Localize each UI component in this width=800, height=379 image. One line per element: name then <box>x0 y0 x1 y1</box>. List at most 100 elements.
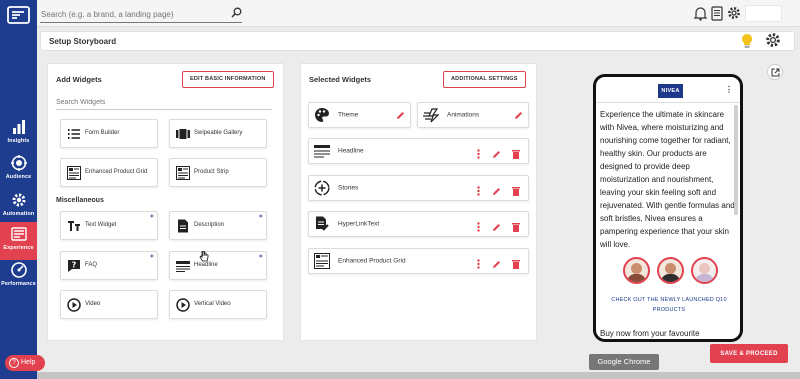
story-avatar[interactable] <box>691 257 718 284</box>
selected-label: Stories <box>338 184 359 192</box>
palette-icon <box>315 108 329 122</box>
selected-animations[interactable]: Animations <box>417 102 529 128</box>
widget-label: Product Strip <box>194 168 229 175</box>
selected-widgets-title: Selected Widgets <box>309 75 372 84</box>
row-actions <box>470 146 520 159</box>
svg-text:?: ? <box>72 260 77 269</box>
nav-label: Automation <box>2 211 35 217</box>
nav-audience[interactable]: Audience <box>0 151 37 191</box>
widget-label: FAQ <box>85 261 98 268</box>
storyboard-settings-icon[interactable] <box>765 32 781 48</box>
add-plus-icon[interactable]: ⁺ <box>259 213 263 222</box>
add-plus-icon[interactable]: ⁺ <box>259 253 263 262</box>
headline-icon <box>176 260 190 272</box>
document-icon[interactable] <box>711 6 723 21</box>
nav-performance[interactable]: Performance <box>0 258 37 298</box>
widget-product-strip[interactable]: Product Strip <box>169 158 267 187</box>
widget-label: Swipeable Gallery <box>194 129 243 136</box>
nav-insights[interactable]: Insights <box>0 115 37 155</box>
list-icon <box>68 128 80 139</box>
settings-icon[interactable] <box>727 6 741 20</box>
headline-icon <box>314 145 330 158</box>
widget-text-widget[interactable]: Text Widget ⁺ <box>60 211 158 240</box>
nav-label: Audience <box>5 174 32 180</box>
product-grid-icon <box>67 165 81 180</box>
widget-swipeable-gallery[interactable]: Swipeable Gallery <box>169 119 267 148</box>
save-and-proceed-button[interactable]: SAVE & PROCEED <box>710 344 788 363</box>
selected-stories[interactable]: Stories <box>308 175 529 201</box>
top-bar <box>37 0 800 27</box>
document-icon <box>178 219 188 232</box>
preview-cut-text: Buy now from your favourite <box>600 329 700 338</box>
widget-faq[interactable]: ? FAQ ⁺ <box>60 251 158 280</box>
edit-icon[interactable] <box>492 219 501 237</box>
play-icon <box>67 297 81 312</box>
widget-form-builder[interactable]: Form Builder <box>60 119 158 148</box>
selected-label: Theme <box>338 111 359 119</box>
lightbulb-icon[interactable] <box>741 33 753 49</box>
selected-widgets-panel: Selected Widgets ADDITIONAL SETTINGS The… <box>300 63 537 341</box>
more-icon[interactable] <box>477 219 480 237</box>
selected-hyperlinktext[interactable]: HyperLinkText <box>308 211 529 237</box>
faq-icon: ? <box>68 259 80 272</box>
gallery-icon <box>176 128 190 139</box>
delete-icon[interactable] <box>512 219 520 237</box>
help-label: Help <box>21 359 36 366</box>
bar-chart-icon <box>12 120 25 134</box>
search-widgets-input[interactable] <box>56 96 272 110</box>
more-icon[interactable] <box>477 146 480 164</box>
selected-label: Enhanced Product Grid <box>338 257 406 265</box>
selected-enhanced-product-grid[interactable]: Enhanced Product Grid <box>308 248 529 274</box>
preview-scrollbar[interactable] <box>734 105 738 215</box>
widget-video[interactable]: Video <box>60 290 158 319</box>
external-link-icon <box>771 68 780 77</box>
bell-icon[interactable] <box>694 6 707 21</box>
edit-icon[interactable] <box>514 111 523 120</box>
top-icons <box>680 0 800 27</box>
widget-label: Enhanced Product Grid <box>85 168 148 175</box>
selected-label: Animations <box>447 111 480 119</box>
product-strip-icon <box>176 165 190 180</box>
widget-enhanced-product-grid[interactable]: Enhanced Product Grid <box>60 158 158 187</box>
widget-label: Headline <box>194 261 218 268</box>
story-avatar[interactable] <box>623 257 650 284</box>
edit-icon[interactable] <box>492 146 501 164</box>
delete-icon[interactable] <box>512 146 520 164</box>
story-avatar[interactable] <box>657 257 684 284</box>
delete-icon[interactable] <box>512 183 520 201</box>
more-icon[interactable] <box>477 256 480 274</box>
add-plus-icon[interactable]: ⁺ <box>150 253 154 262</box>
additional-settings-button[interactable]: ADDITIONAL SETTINGS <box>443 71 526 88</box>
app-logo[interactable] <box>7 6 30 24</box>
edit-icon[interactable] <box>396 111 405 120</box>
edit-icon[interactable] <box>492 256 501 274</box>
help-button[interactable]: ? Help <box>5 355 45 371</box>
selected-headline[interactable]: Headline <box>308 138 529 164</box>
animation-icon <box>423 108 439 123</box>
delete-icon[interactable] <box>512 256 520 274</box>
more-icon[interactable] <box>477 183 480 201</box>
edit-icon[interactable] <box>492 183 501 201</box>
preview-cta-link[interactable]: CHECK OUT THE NEWLY LAUNCHED Q10 PRODUCT… <box>602 295 736 315</box>
stories-row <box>623 257 718 284</box>
global-search-input[interactable] <box>40 5 220 24</box>
account-menu[interactable] <box>745 5 782 22</box>
play-icon <box>176 297 190 312</box>
open-preview-button[interactable] <box>767 64 783 80</box>
selected-theme[interactable]: Theme <box>308 102 411 128</box>
kebab-menu-icon[interactable]: ⋮ <box>725 85 733 94</box>
page-title: Setup Storyboard <box>49 37 117 46</box>
add-widgets-panel: Add Widgets EDIT BASIC INFORMATION Form … <box>47 63 284 341</box>
widget-description[interactable]: Description ⁺ <box>169 211 267 240</box>
gauge-icon <box>10 262 27 278</box>
nav-experience[interactable]: Experience <box>0 222 37 260</box>
search-icon[interactable] <box>231 7 242 18</box>
widget-vertical-video[interactable]: Vertical Video <box>169 290 267 319</box>
add-widgets-title: Add Widgets <box>56 75 102 84</box>
add-plus-icon[interactable]: ⁺ <box>150 213 154 222</box>
help-icon: ? <box>9 358 19 368</box>
stories-icon <box>314 180 330 196</box>
edit-basic-information-button[interactable]: EDIT BASIC INFORMATION <box>182 71 274 88</box>
nav-label: Performance <box>1 281 36 287</box>
widget-headline[interactable]: Headline ⁺ <box>169 251 267 280</box>
